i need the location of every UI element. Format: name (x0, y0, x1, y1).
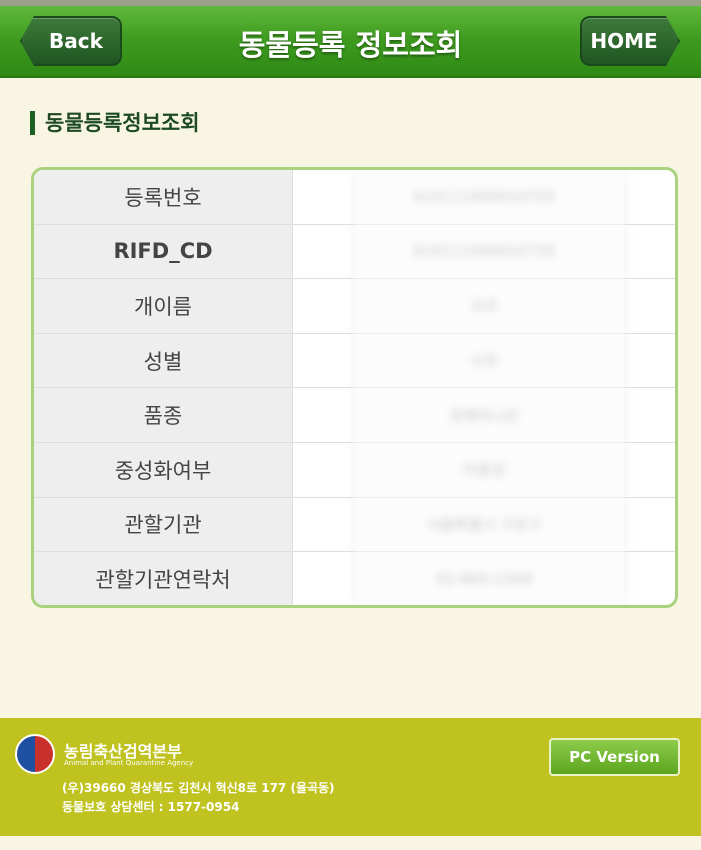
footer-address: (우)39660 경상북도 김천시 혁신8로 177 (율곡동) (62, 781, 335, 795)
table-row: 성별 수컷 (34, 333, 675, 389)
row-label-dog-name: 개이름 (34, 279, 293, 333)
row-label-sex: 성별 (34, 333, 293, 388)
home-button[interactable]: HOME (580, 16, 680, 66)
registration-info-table: 등록번호 410111000010755 RIFD_CD 41011100001… (31, 167, 678, 608)
row-value-registration-number: 410111000010755 (412, 187, 556, 206)
agency-logo-icon (15, 734, 55, 774)
row-label-registration-number: 등록번호 (34, 170, 293, 224)
agency-name-en: Animal and Plant Quarantine Agency (64, 759, 194, 767)
row-label-rfid: RIFD_CD (34, 224, 293, 279)
section-title: 동물등록정보조회 (30, 111, 200, 135)
site-footer: 농림축산검역본부 Animal and Plant Quarantine Age… (0, 718, 701, 836)
app-header: Back 동물등록 정보조회 HOME (0, 6, 701, 78)
row-label-breed: 품종 (34, 388, 293, 442)
bottom-strip (0, 836, 701, 850)
row-value-jurisdiction: 서울특별시 구로구 (426, 515, 542, 534)
pc-version-button[interactable]: PC Version (549, 738, 680, 776)
footer-hotline: 동물보호 상담센터 : 1577-0954 (62, 800, 240, 814)
table-row: 관할기관 서울특별시 구로구 (34, 497, 675, 553)
row-value-dog-name: 코코 (470, 297, 498, 316)
table-row: 등록번호 410111000010755 (34, 170, 675, 225)
table-row: 개이름 코코 (34, 279, 675, 334)
table-row: 중성화여부 미중성 (34, 442, 675, 498)
row-value-breed: 포메라니안 (449, 406, 519, 425)
row-value-sex: 수컷 (470, 352, 498, 371)
table-row: 관할기관연락처 02-860-2268 (34, 552, 675, 605)
row-value-rfid: 410111000010755 (412, 242, 556, 261)
row-label-jurisdiction: 관할기관 (34, 497, 293, 552)
table-row: RIFD_CD 410111000010755 (34, 224, 675, 280)
row-label-jurisdiction-contact: 관할기관연락처 (34, 552, 293, 605)
table-row: 품종 포메라니안 (34, 388, 675, 443)
row-value-jurisdiction-contact: 02-860-2268 (435, 569, 533, 588)
row-label-neutered: 중성화여부 (34, 442, 293, 497)
row-value-neutered: 미중성 (463, 461, 505, 480)
